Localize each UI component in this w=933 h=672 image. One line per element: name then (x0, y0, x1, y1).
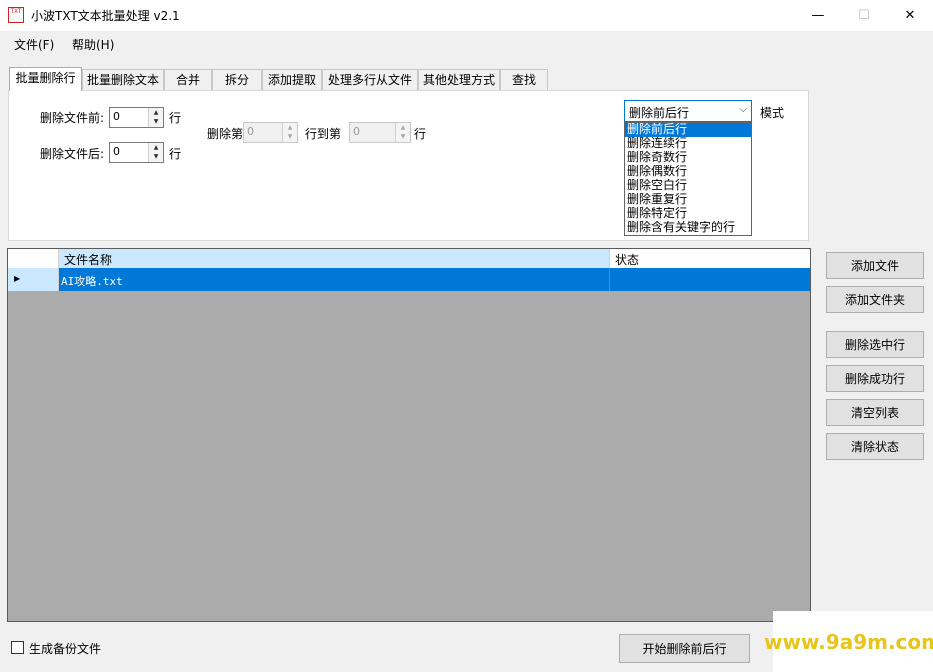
line-unit-label: 行 (169, 111, 182, 125)
spin-up-icon[interactable]: ▲ (283, 123, 297, 132)
add-folder-button[interactable]: 添加文件夹 (826, 286, 924, 313)
clear-status-button[interactable]: 清除状态 (826, 433, 924, 460)
spin-down-icon[interactable]: ▼ (149, 152, 163, 161)
spinner-arrows[interactable]: ▲ ▼ (148, 108, 163, 127)
spin-down-icon[interactable]: ▼ (283, 132, 297, 141)
tab-batch-delete-text[interactable]: 批量删除文本 (82, 69, 164, 90)
menu-bar (0, 31, 933, 55)
delete-from-label: 删除第 (207, 127, 244, 141)
delete-from-spinner[interactable]: 0 ▲ ▼ (243, 122, 298, 143)
watermark-logo: www.9a9m.com (764, 611, 933, 672)
mode-option[interactable]: 删除奇数行 (625, 151, 751, 165)
tab-split[interactable]: 拆分 (212, 69, 262, 90)
file-grid[interactable] (7, 248, 811, 622)
close-button[interactable]: ✕ (887, 0, 933, 31)
mode-option[interactable]: 删除特定行 (625, 207, 751, 221)
mode-select[interactable]: 删除前后行 ⌵ (624, 100, 752, 122)
backup-label[interactable]: 生成备份文件 (29, 640, 101, 657)
row-header[interactable]: ▶ (8, 268, 59, 291)
spin-down-icon[interactable]: ▼ (149, 117, 163, 126)
tab-other-methods[interactable]: 其他处理方式 (418, 69, 500, 90)
menu-help[interactable]: 帮助(H) (72, 36, 114, 53)
tab-multiline-from-file[interactable]: 处理多行从文件 (322, 69, 418, 90)
tab-search[interactable]: 查找 (500, 69, 548, 90)
mode-option[interactable]: 删除空白行 (625, 179, 751, 193)
maximize-button[interactable]: ☐ (841, 0, 887, 31)
mode-option[interactable]: 删除前后行 (625, 123, 751, 137)
delete-selected-button[interactable]: 删除选中行 (826, 331, 924, 358)
menu-file[interactable]: 文件(F) (14, 36, 54, 53)
spin-up-icon[interactable]: ▲ (149, 108, 163, 117)
delete-before-label: 删除文件前: (40, 111, 105, 125)
spinner-arrows[interactable]: ▲ ▼ (148, 143, 163, 162)
line-unit-label: 行 (414, 127, 427, 141)
mode-label: 模式 (760, 106, 785, 120)
delete-before-value: 0 (113, 110, 120, 123)
window-title: 小波TXT文本批量处理 v2.1 (31, 9, 180, 23)
mode-option[interactable]: 删除偶数行 (625, 165, 751, 179)
column-header-status[interactable]: 状态 (610, 249, 810, 268)
line-unit-label: 行 (169, 147, 182, 161)
add-file-button[interactable]: 添加文件 (826, 252, 924, 279)
delete-before-spinner[interactable]: 0 ▲ ▼ (109, 107, 164, 128)
tab-add-extract[interactable]: 添加提取 (262, 69, 322, 90)
delete-after-value: 0 (113, 145, 120, 158)
to-line-value: 0 (353, 125, 360, 138)
delete-after-spinner[interactable]: 0 ▲ ▼ (109, 142, 164, 163)
delete-from-value: 0 (247, 125, 254, 138)
tab-batch-delete-lines[interactable]: 批量删除行 (9, 67, 82, 91)
minimize-button[interactable]: — (795, 0, 841, 31)
mode-option[interactable]: 删除重复行 (625, 193, 751, 207)
to-line-label: 行到第 (305, 127, 342, 141)
spinner-arrows[interactable]: ▲ ▼ (395, 123, 410, 142)
mode-option[interactable]: 删除连续行 (625, 137, 751, 151)
tab-merge[interactable]: 合并 (164, 69, 212, 90)
column-header-filename[interactable]: 文件名称 (59, 249, 610, 268)
grid-corner-header[interactable] (8, 249, 59, 268)
delete-after-label: 删除文件后: (40, 147, 105, 161)
backup-checkbox[interactable] (11, 641, 24, 654)
clear-list-button[interactable]: 清空列表 (826, 399, 924, 426)
current-row-icon: ▶ (14, 274, 21, 283)
mode-dropdown-list: 删除前后行 删除连续行 删除奇数行 删除偶数行 删除空白行 删除重复行 删除特定… (624, 122, 752, 236)
cell-filename[interactable]: AI攻略.txt (59, 268, 610, 291)
app-icon: TXT (8, 7, 24, 23)
spin-down-icon[interactable]: ▼ (396, 132, 410, 141)
spin-up-icon[interactable]: ▲ (149, 143, 163, 152)
cell-status[interactable] (610, 268, 810, 291)
start-delete-button[interactable]: 开始删除前后行 (619, 634, 750, 663)
to-line-spinner[interactable]: 0 ▲ ▼ (349, 122, 411, 143)
chevron-down-icon: ⌵ (739, 104, 747, 115)
mode-option[interactable]: 删除含有关键字的行 (625, 221, 751, 235)
spinner-arrows[interactable]: ▲ ▼ (282, 123, 297, 142)
spin-up-icon[interactable]: ▲ (396, 123, 410, 132)
delete-success-button[interactable]: 删除成功行 (826, 365, 924, 392)
mode-selected-value: 删除前后行 (629, 106, 690, 120)
